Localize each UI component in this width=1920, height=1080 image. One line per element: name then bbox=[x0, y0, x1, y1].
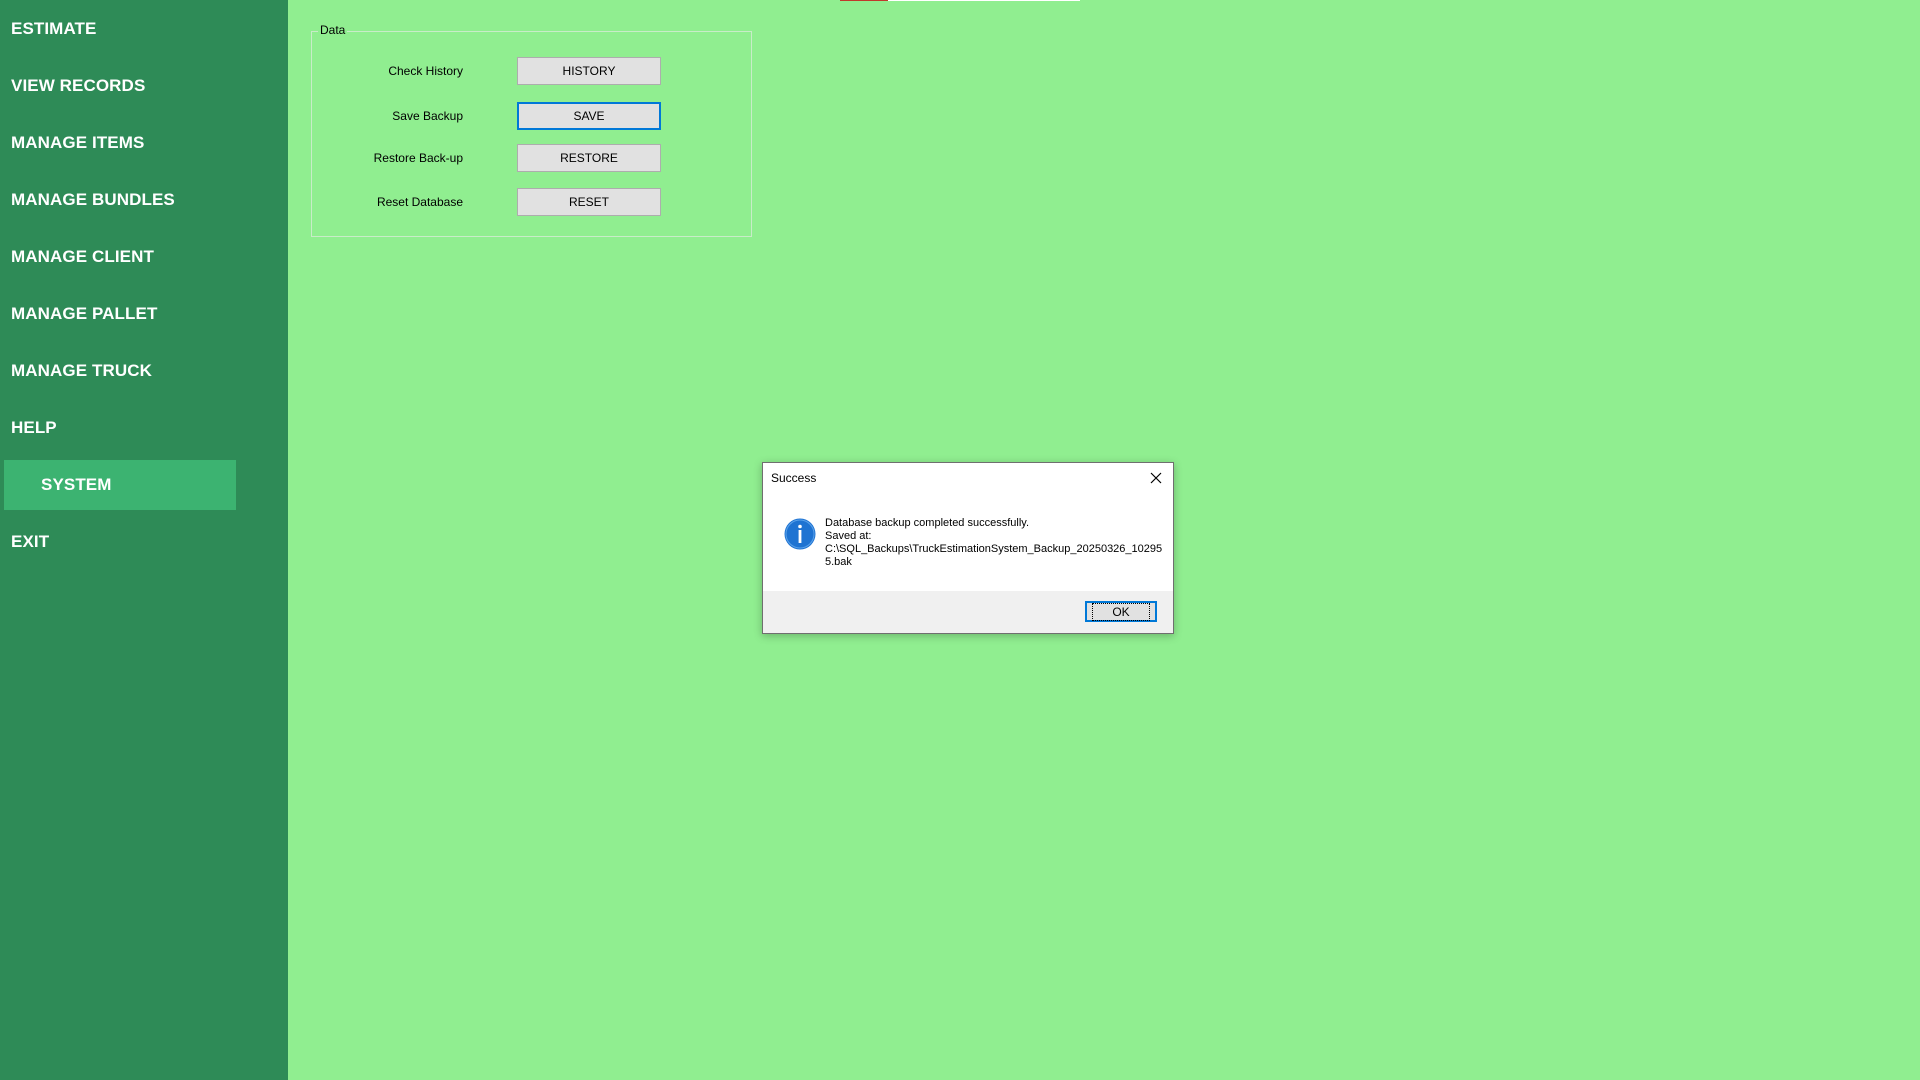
sidebar: ESTIMATE VIEW RECORDS MANAGE ITEMS MANAG… bbox=[0, 0, 288, 1080]
dialog-message-line: Database backup completed successfully. bbox=[825, 517, 1030, 529]
close-icon[interactable] bbox=[1143, 465, 1169, 491]
restore-button[interactable]: RESTORE bbox=[517, 144, 661, 172]
reset-database-label: Reset Database bbox=[376, 195, 463, 209]
sidebar-item-manage-pallet[interactable]: MANAGE PALLET bbox=[0, 290, 288, 338]
sidebar-item-estimate[interactable]: ESTIMATE bbox=[0, 5, 288, 53]
app-window: ESTIMATE VIEW RECORDS MANAGE ITEMS MANAG… bbox=[0, 0, 1920, 1080]
top-edge-mark bbox=[840, 0, 888, 1]
save-backup-label: Save Backup bbox=[392, 109, 463, 123]
history-button[interactable]: HISTORY bbox=[517, 57, 661, 85]
restore-backup-label: Restore Back-up bbox=[373, 151, 463, 165]
top-edge-line bbox=[888, 0, 1080, 1]
save-button[interactable]: SAVE bbox=[517, 102, 661, 130]
reset-button[interactable]: RESET bbox=[517, 188, 661, 216]
sidebar-item-system[interactable]: SYSTEM bbox=[4, 460, 236, 510]
sidebar-item-manage-bundles[interactable]: MANAGE BUNDLES bbox=[0, 176, 288, 224]
dialog-message-path: C:\SQL_Backups\TruckEstimationSystem_Bac… bbox=[825, 543, 1163, 568]
sidebar-item-help[interactable]: HELP bbox=[0, 404, 288, 452]
sidebar-item-view-records[interactable]: VIEW RECORDS bbox=[0, 62, 288, 110]
check-history-label: Check History bbox=[388, 64, 463, 78]
dialog-title: Success bbox=[771, 471, 817, 485]
sidebar-item-manage-client[interactable]: MANAGE CLIENT bbox=[0, 233, 288, 281]
info-icon bbox=[784, 518, 816, 550]
sidebar-item-manage-items[interactable]: MANAGE ITEMS bbox=[0, 119, 288, 167]
success-dialog: Success Database backup completed succes… bbox=[762, 462, 1174, 634]
ok-button[interactable]: OK bbox=[1085, 601, 1157, 622]
data-group-legend: Data bbox=[318, 23, 348, 37]
dialog-message-line: Saved at: bbox=[825, 530, 872, 542]
sidebar-item-manage-truck[interactable]: MANAGE TRUCK bbox=[0, 347, 288, 395]
dialog-footer: OK bbox=[763, 591, 1173, 633]
ok-button-label: OK bbox=[1092, 602, 1150, 621]
dialog-message: Database backup completed successfully. … bbox=[825, 517, 1165, 569]
sidebar-item-exit[interactable]: EXIT bbox=[0, 518, 288, 566]
